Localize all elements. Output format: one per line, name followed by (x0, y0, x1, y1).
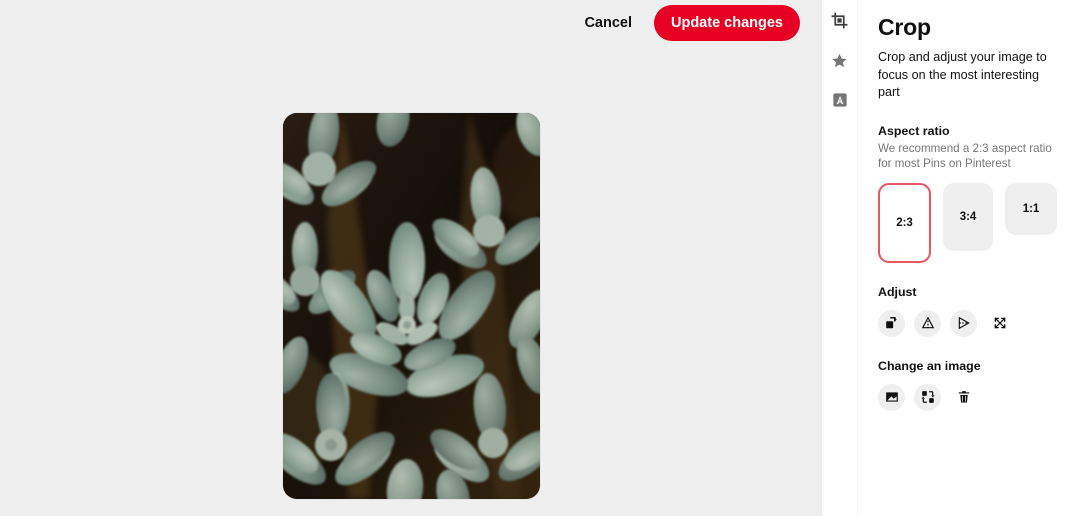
flip-horizontal-icon (957, 316, 971, 330)
rotate-icon (885, 316, 899, 330)
adjust-label: Adjust (878, 284, 917, 299)
image-editor: Cancel Update changes Crop Crop and adju… (0, 0, 1080, 516)
change-image-section: Change an image (878, 359, 1062, 411)
cancel-button[interactable]: Cancel (572, 6, 644, 40)
flip-vertical-icon (921, 316, 935, 330)
flip-vertical-button[interactable] (914, 309, 941, 337)
rail-item-text[interactable] (826, 86, 854, 114)
aspect-ratio-hint: We recommend a 2:3 aspect ratio for most… (878, 141, 1052, 171)
editor-toolbar: Cancel Update changes (0, 0, 822, 46)
editor-canvas-area: Cancel Update changes (0, 0, 822, 516)
replace-image-button[interactable] (914, 383, 941, 411)
flip-horizontal-button[interactable] (950, 309, 977, 337)
aspect-ratio-option-1-1[interactable]: 1:1 (1005, 182, 1057, 235)
change-image-label: Change an image (878, 358, 981, 373)
rotate-button[interactable] (878, 309, 905, 337)
succulent-photo (283, 113, 540, 499)
expand-button[interactable] (986, 310, 1013, 337)
panel-title: Crop (878, 14, 931, 40)
rail-item-crop[interactable] (826, 6, 854, 34)
aspect-ratio-label: Aspect ratio (878, 123, 950, 138)
upload-image-button[interactable] (878, 383, 905, 411)
aspect-ratio-section: Aspect ratio We recommend a 2:3 aspect r… (878, 124, 1062, 263)
update-changes-button[interactable]: Update changes (654, 5, 800, 41)
image-icon (885, 390, 899, 404)
crop-preview-image[interactable] (283, 113, 540, 499)
adjust-section: Adjust (878, 285, 1062, 337)
panel-subtitle: Crop and adjust your image to focus on t… (878, 50, 1047, 100)
expand-icon (993, 316, 1007, 330)
crop-icon (831, 12, 848, 29)
text-box-icon (832, 92, 848, 108)
crop-settings-panel: Crop Crop and adjust your image to focus… (858, 0, 1080, 516)
adjust-actions (878, 309, 1062, 337)
delete-image-button[interactable] (950, 384, 977, 411)
aspect-ratio-options: 2:3 3:4 1:1 (878, 182, 1062, 263)
trash-icon (957, 390, 971, 404)
star-icon (831, 52, 848, 69)
aspect-ratio-option-3-4[interactable]: 3:4 (943, 182, 993, 251)
editor-tool-rail (822, 0, 858, 516)
rail-item-effects[interactable] (826, 46, 854, 74)
swap-icon (921, 390, 935, 404)
change-image-actions (878, 383, 1062, 411)
aspect-ratio-option-2-3[interactable]: 2:3 (878, 182, 931, 263)
